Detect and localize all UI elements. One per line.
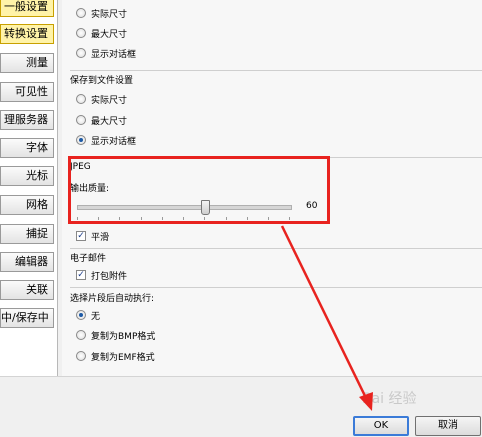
category-sidebar: 一般设置 转换设置 测量 可见性 理服务器 字体 光标 网格 捕捉 编辑器 关联…: [0, 0, 58, 376]
slider-tick: [268, 217, 269, 220]
radio-indicator: [76, 28, 86, 38]
sidebar-item-cursor[interactable]: 光标: [0, 166, 54, 186]
checkmark-icon: ✓: [76, 231, 86, 241]
ok-button[interactable]: OK: [353, 416, 409, 436]
radio-indicator: [76, 48, 86, 58]
radio-indicator: [76, 115, 86, 125]
save-actual-size-radio[interactable]: 实际尺寸: [76, 92, 127, 106]
sidebar-item-font[interactable]: 字体: [0, 138, 54, 158]
save-file-group-title: 保存到文件设置: [70, 76, 134, 86]
clipboard-show-dialog-radio[interactable]: 显示对话框: [76, 46, 136, 60]
sidebar-item-general[interactable]: 一般设置: [0, 0, 54, 17]
email-group-title: 电子邮件: [70, 254, 107, 264]
sidebar-item-measure[interactable]: 测量: [0, 53, 54, 73]
slider-tick: [289, 217, 290, 220]
settings-panel: 实际尺寸 最大尺寸 显示对话框 保存到文件设置 实际尺寸 最大尺寸 显示对话框 …: [62, 0, 482, 376]
auto-exec-group-title: 选择片段后自动执行:: [70, 294, 155, 304]
slider-tick: [226, 217, 227, 220]
clipboard-actual-size-radio[interactable]: 实际尺寸: [76, 6, 127, 20]
radio-indicator: [76, 330, 86, 340]
sidebar-item-conversion[interactable]: 转换设置: [0, 24, 54, 44]
sidebar-item-association[interactable]: 关联: [0, 280, 54, 300]
sidebar-item-server[interactable]: 理服务器: [0, 110, 54, 130]
slider-tick: [98, 217, 99, 220]
sidebar-item-editor[interactable]: 编辑器: [0, 252, 54, 272]
smooth-checkbox[interactable]: ✓ 平滑: [76, 229, 109, 243]
pack-attachment-checkbox[interactable]: ✓ 打包附件: [76, 268, 127, 282]
divider: [70, 157, 482, 158]
slider-tick: [119, 217, 120, 220]
sidebar-item-snap[interactable]: 捕捉: [0, 224, 54, 244]
radio-indicator: [76, 135, 86, 145]
radio-indicator: [76, 94, 86, 104]
quality-slider-track[interactable]: [77, 205, 292, 210]
sidebar-item-grid[interactable]: 网格: [0, 195, 54, 215]
clipboard-max-size-radio[interactable]: 最大尺寸: [76, 26, 127, 40]
slider-tick: [162, 217, 163, 220]
slider-tick: [204, 217, 205, 220]
slider-tick: [247, 217, 248, 220]
quality-slider-thumb[interactable]: [201, 200, 210, 215]
radio-indicator: [76, 310, 86, 320]
auto-copy-emf-radio[interactable]: 复制为EMF格式: [76, 349, 155, 363]
divider: [70, 248, 482, 249]
radio-indicator: [76, 8, 86, 18]
baidu-watermark: Bai 经验: [362, 391, 417, 407]
radio-indicator: [76, 351, 86, 361]
sidebar-item-save[interactable]: 中/保存中: [0, 308, 54, 328]
divider: [70, 287, 482, 288]
auto-copy-bmp-radio[interactable]: 复制为BMP格式: [76, 328, 155, 342]
slider-tick: [141, 217, 142, 220]
quality-value: 60: [306, 201, 318, 211]
jpeg-group-title: JPEG: [70, 162, 91, 172]
checkmark-icon: ✓: [76, 270, 86, 280]
save-show-dialog-radio[interactable]: 显示对话框: [76, 133, 136, 147]
cancel-button[interactable]: 取消: [415, 416, 481, 436]
slider-tick: [183, 217, 184, 220]
output-quality-label: 输出质量:: [70, 184, 110, 194]
slider-tick: [77, 217, 78, 220]
auto-none-radio[interactable]: 无: [76, 308, 100, 322]
save-max-size-radio[interactable]: 最大尺寸: [76, 113, 127, 127]
divider: [70, 70, 482, 71]
sidebar-item-visibility[interactable]: 可见性: [0, 82, 54, 102]
